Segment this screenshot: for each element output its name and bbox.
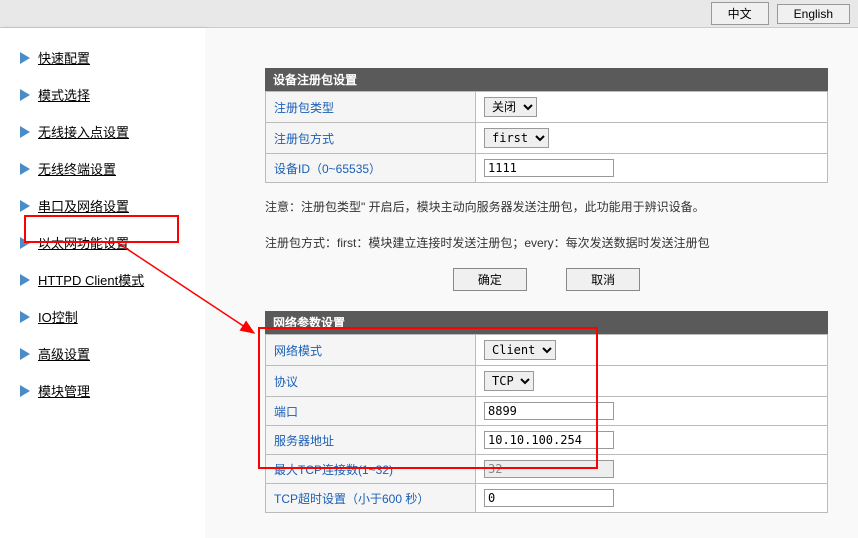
register-type-label: 注册包类型 <box>266 92 476 123</box>
network-section-title: 网络参数设置 <box>265 311 828 334</box>
ok-button[interactable]: 确定 <box>453 268 527 291</box>
port-input[interactable] <box>484 402 614 420</box>
protocol-label: 协议 <box>266 366 476 397</box>
device-id-input[interactable] <box>484 159 614 177</box>
nav-label: 以太网功能设置 <box>38 233 129 252</box>
nav-label: 高级设置 <box>38 344 90 363</box>
device-id-label: 设备ID（0~65535） <box>266 154 476 183</box>
port-label: 端口 <box>266 397 476 426</box>
nav-label: 快速配置 <box>38 48 90 67</box>
nav-wireless-ap[interactable]: 无线接入点设置 <box>20 122 205 141</box>
nav-httpd-client[interactable]: HTTPD Client模式 <box>20 270 205 289</box>
nav-wireless-terminal[interactable]: 无线终端设置 <box>20 159 205 178</box>
register-type-select[interactable]: 关闭 <box>484 97 537 117</box>
tcp-timeout-input[interactable] <box>484 489 614 507</box>
nav-label: 无线终端设置 <box>38 159 116 178</box>
nav-ethernet[interactable]: 以太网功能设置 <box>20 233 205 252</box>
register-section-title: 设备注册包设置 <box>265 68 828 91</box>
maxconn-input <box>484 460 614 478</box>
arrow-right-icon <box>20 89 30 101</box>
arrow-right-icon <box>20 274 30 286</box>
network-mode-select[interactable]: Client <box>484 340 556 360</box>
nav-mode-select[interactable]: 模式选择 <box>20 85 205 104</box>
nav-io-control[interactable]: IO控制 <box>20 307 205 326</box>
arrow-right-icon <box>20 237 30 249</box>
nav-label: 无线接入点设置 <box>38 122 129 141</box>
nav-label: 模块管理 <box>38 381 90 400</box>
lang-en-button[interactable]: English <box>777 4 850 24</box>
register-method-select[interactable]: first <box>484 128 549 148</box>
content-area: 设备注册包设置 注册包类型 关闭 注册包方式 first 设备ID（0~6553… <box>205 28 858 538</box>
arrow-right-icon <box>20 385 30 397</box>
network-table: 网络模式 Client 协议 TCP 端口 服务器地址 最大TCP连接数(1~3… <box>265 334 828 513</box>
arrow-right-icon <box>20 163 30 175</box>
note-text-2: 注册包方式：first：模块建立连接时发送注册包；every：每次发送数据时发送… <box>265 233 828 255</box>
sidebar: 快速配置 模式选择 无线接入点设置 无线终端设置 串口及网络设置 以太网功能设置… <box>0 28 205 538</box>
tcp-timeout-label: TCP超时设置（小于600 秒） <box>266 484 476 513</box>
register-method-label: 注册包方式 <box>266 123 476 154</box>
maxconn-label: 最大TCP连接数(1~32) <box>266 455 476 484</box>
nav-advanced[interactable]: 高级设置 <box>20 344 205 363</box>
nav-label: HTTPD Client模式 <box>38 270 144 289</box>
arrow-right-icon <box>20 126 30 138</box>
nav-label: IO控制 <box>38 307 78 326</box>
arrow-right-icon <box>20 311 30 323</box>
lang-cn-button[interactable]: 中文 <box>711 2 769 25</box>
nav-label: 模式选择 <box>38 85 90 104</box>
register-table: 注册包类型 关闭 注册包方式 first 设备ID（0~65535） <box>265 91 828 183</box>
note-text-1: 注意：注册包类型" 开启后，模块主动向服务器发送注册包，此功能用于辨识设备。 <box>265 197 828 219</box>
cancel-button[interactable]: 取消 <box>566 268 640 291</box>
network-mode-label: 网络模式 <box>266 335 476 366</box>
nav-serial-network[interactable]: 串口及网络设置 <box>20 196 205 215</box>
nav-quick-config[interactable]: 快速配置 <box>20 48 205 67</box>
arrow-right-icon <box>20 348 30 360</box>
server-addr-label: 服务器地址 <box>266 426 476 455</box>
nav-label: 串口及网络设置 <box>38 196 129 215</box>
arrow-right-icon <box>20 52 30 64</box>
arrow-right-icon <box>20 200 30 212</box>
protocol-select[interactable]: TCP <box>484 371 534 391</box>
server-addr-input[interactable] <box>484 431 614 449</box>
nav-module-manage[interactable]: 模块管理 <box>20 381 205 400</box>
